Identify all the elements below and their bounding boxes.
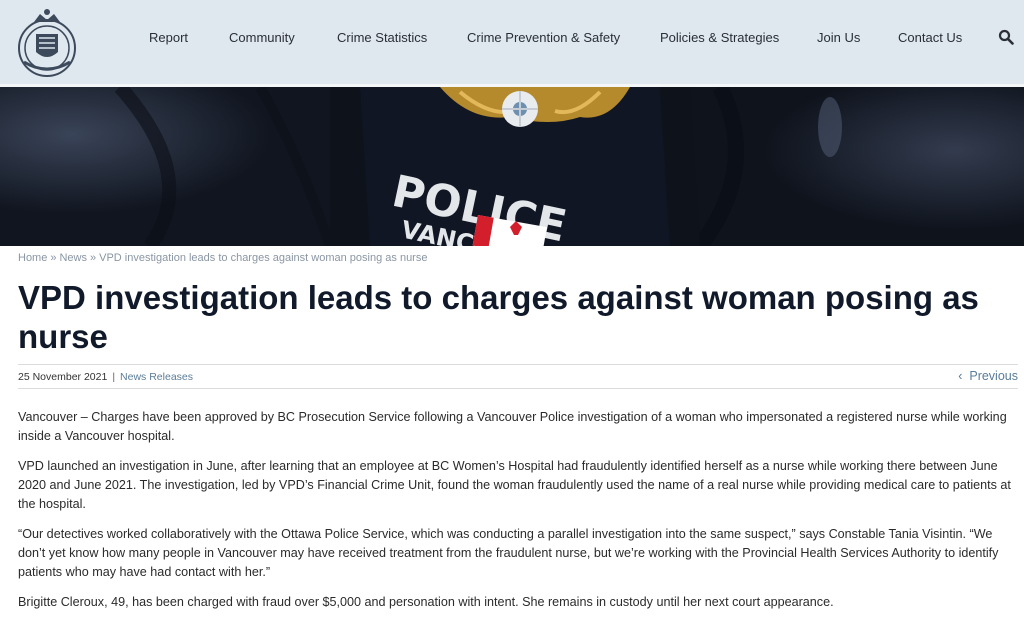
post-meta: 25 November 2021 | News Releases bbox=[18, 371, 193, 383]
nav-crime-statistics[interactable]: Crime Statistics bbox=[337, 30, 427, 45]
post-category-link[interactable]: News Releases bbox=[120, 371, 193, 383]
article-paragraph: “Our detectives worked collaboratively w… bbox=[18, 527, 999, 579]
previous-post-link[interactable]: ‹ Previous bbox=[958, 369, 1018, 383]
meta-divider-top bbox=[18, 364, 1018, 365]
search-icon[interactable] bbox=[998, 29, 1014, 45]
post-date: 25 November 2021 bbox=[18, 371, 108, 383]
nav-policies-strategies[interactable]: Policies & Strategies bbox=[660, 30, 779, 45]
previous-label: Previous bbox=[969, 369, 1018, 383]
vpd-crest-logo[interactable] bbox=[14, 4, 80, 78]
breadcrumb-separator: » bbox=[50, 252, 57, 264]
meta-divider-bottom bbox=[18, 388, 1018, 389]
breadcrumb-separator: » bbox=[89, 252, 97, 264]
article-paragraph: Vancouver – Charges have been approved b… bbox=[18, 410, 1007, 443]
breadcrumb: Home» News» VPD investigation leads to cha… bbox=[18, 252, 427, 264]
breadcrumb-current: VPD investigation leads to charges again… bbox=[99, 252, 428, 264]
page-title: VPD investigation leads to charges again… bbox=[18, 279, 979, 355]
nav-crime-prevention-safety[interactable]: Crime Prevention & Safety bbox=[467, 30, 620, 45]
breadcrumb-news[interactable]: News bbox=[59, 252, 87, 264]
article-paragraph: Brigitte Cleroux, 49, has been charged w… bbox=[18, 595, 834, 609]
article-body: Vancouver – Charges have been approved b… bbox=[18, 408, 1018, 623]
article-paragraph: VPD launched an investigation in June, a… bbox=[18, 459, 1011, 511]
chevron-left-icon: ‹ bbox=[958, 369, 963, 383]
hero-banner-image: POLICE VANCOUVER bbox=[0, 87, 1024, 246]
nav-report[interactable]: Report bbox=[149, 30, 188, 45]
breadcrumb-home[interactable]: Home bbox=[18, 252, 47, 264]
nav-community[interactable]: Community bbox=[229, 30, 295, 45]
meta-divider: | bbox=[112, 371, 116, 383]
nav-contact-us[interactable]: Contact Us bbox=[898, 30, 962, 45]
site-header: Report Community Crime Statistics Crime … bbox=[0, 0, 1024, 84]
nav-join-us[interactable]: Join Us bbox=[817, 30, 860, 45]
